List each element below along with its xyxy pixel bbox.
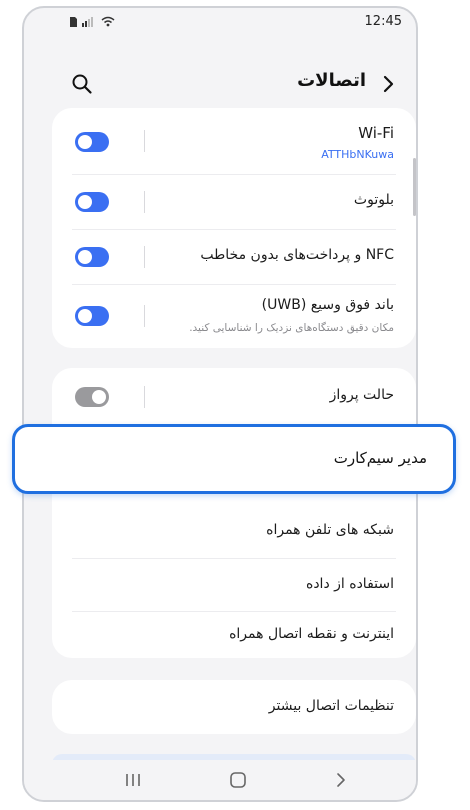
airplane-mode-toggle[interactable] <box>75 387 109 407</box>
navigation-bar <box>24 760 416 800</box>
divider-vertical <box>144 130 145 152</box>
toggle-knob <box>78 135 92 149</box>
connections-card-1: Wi-Fi ATTHbNKuwa بلوتوث NFC و پرداخت‌های… <box>52 108 416 348</box>
page-title: اتصالات <box>297 70 366 91</box>
divider-vertical <box>144 191 145 213</box>
toggle-knob <box>92 390 106 404</box>
data-usage-label: استفاده از داده <box>305 576 394 592</box>
nfc-row[interactable]: NFC و پرداخت‌های بدون مخاطب <box>52 230 416 284</box>
nfc-label: NFC و پرداخت‌های بدون مخاطب <box>200 247 394 263</box>
sim-card-manager-row[interactable]: مدیر سیم‌کارت <box>12 424 456 494</box>
uwb-toggle[interactable] <box>75 306 109 326</box>
wifi-network-name: ATTHbNKuwa <box>321 148 394 161</box>
wifi-label: Wi-Fi <box>358 124 394 142</box>
more-connection-settings-label: تنظیمات اتصال بیشتر <box>268 698 394 714</box>
mobile-networks-label: شبکه های تلفن همراه <box>266 522 394 538</box>
sim-icon <box>70 17 77 27</box>
toggle-knob <box>78 309 92 323</box>
hotspot-row[interactable]: اینترنت و نقطه اتصال همراه <box>52 612 416 658</box>
wifi-toggle[interactable] <box>75 132 109 152</box>
status-icons <box>70 16 115 27</box>
page-header: اتصالات <box>24 66 416 102</box>
divider-vertical <box>144 305 145 327</box>
uwb-description: مکان دقیق دستگاه‌های نزدیک را شناسایی کن… <box>189 322 394 334</box>
divider-vertical <box>144 386 145 408</box>
bluetooth-label: بلوتوث <box>353 192 394 208</box>
uwb-row[interactable]: باند فوق وسیع (UWB) مکان دقیق دستگاه‌های… <box>52 285 416 348</box>
nfc-toggle[interactable] <box>75 247 109 267</box>
more-connection-settings-row[interactable]: تنظیمات اتصال بیشتر <box>52 680 416 734</box>
connections-card-2: حالت پرواز شبکه های تلفن همراه استفاده ا… <box>52 368 416 658</box>
clock: 12:45 <box>364 14 402 29</box>
phone-frame: 12:45 اتصالات Wi-Fi ATTHbNKuwa بلوتوث NF… <box>22 6 418 802</box>
data-usage-row[interactable]: استفاده از داده <box>52 559 416 611</box>
wifi-row[interactable]: Wi-Fi ATTHbNKuwa <box>52 108 416 174</box>
uwb-label: باند فوق وسیع (UWB) <box>261 297 394 313</box>
connections-card-3: تنظیمات اتصال بیشتر <box>52 680 416 734</box>
search-icon[interactable] <box>70 72 94 96</box>
recent-apps-icon[interactable] <box>124 772 142 788</box>
home-icon[interactable] <box>229 771 247 789</box>
toggle-knob <box>78 195 92 209</box>
scrollbar[interactable] <box>413 158 416 216</box>
toggle-knob <box>78 250 92 264</box>
signal-icon <box>82 17 93 27</box>
back-nav-icon[interactable] <box>334 771 348 789</box>
airplane-mode-label: حالت پرواز <box>329 387 394 403</box>
sim-card-manager-label: مدیر سیم‌کارت <box>333 449 427 467</box>
mobile-networks-row[interactable]: شبکه های تلفن همراه <box>52 505 416 557</box>
divider-vertical <box>144 246 145 268</box>
back-arrow-icon[interactable] <box>378 72 398 96</box>
bluetooth-row[interactable]: بلوتوث <box>52 175 416 229</box>
status-bar: 12:45 <box>24 8 416 36</box>
hotspot-label: اینترنت و نقطه اتصال همراه <box>229 626 394 642</box>
bluetooth-toggle[interactable] <box>75 192 109 212</box>
airplane-mode-row[interactable]: حالت پرواز <box>52 368 416 424</box>
wifi-icon <box>101 16 115 27</box>
